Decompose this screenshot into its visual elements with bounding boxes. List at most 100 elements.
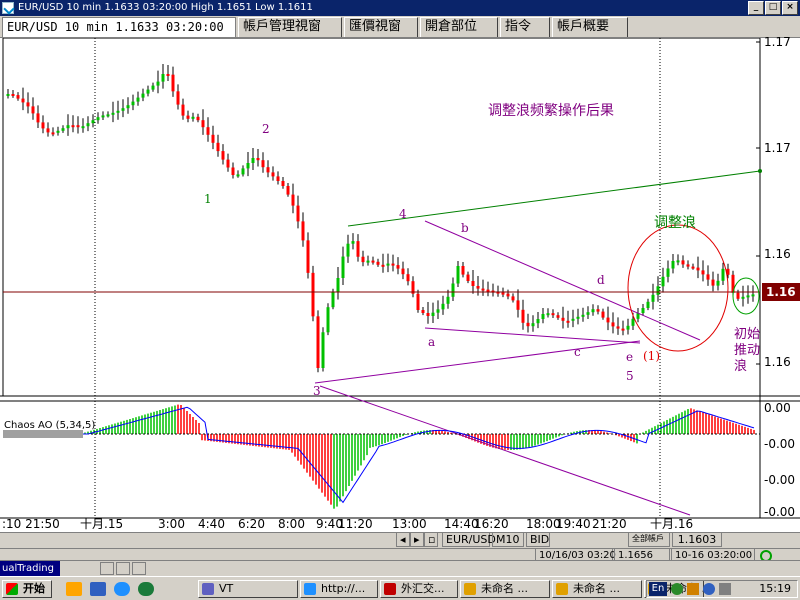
time-tick: 3:00 bbox=[158, 517, 185, 531]
candle-body bbox=[711, 279, 715, 286]
taskbar-vt[interactable]: VT bbox=[198, 580, 298, 598]
note-impulse-1: 初始 bbox=[734, 327, 761, 342]
taskbar-forex[interactable]: 外汇交... bbox=[380, 580, 458, 598]
time-tick: 16:20 bbox=[474, 517, 509, 531]
candle-body bbox=[506, 293, 510, 297]
candle-body bbox=[336, 278, 340, 292]
tab-chart[interactable]: EUR/USD 10 min 1.1633 03:20:00 bbox=[2, 17, 236, 37]
candle-body bbox=[151, 85, 155, 90]
channel-upper-line bbox=[347, 170, 761, 227]
wave-label-d: d bbox=[597, 273, 605, 287]
candle-body bbox=[26, 102, 30, 107]
quicklaunch-icon[interactable] bbox=[138, 582, 154, 596]
candle-body bbox=[626, 325, 630, 330]
volume-icon[interactable] bbox=[719, 583, 731, 595]
tray-icon[interactable] bbox=[671, 583, 683, 595]
price-box[interactable]: 1.1603 bbox=[672, 533, 722, 547]
candle-body bbox=[551, 313, 555, 316]
candle-body bbox=[216, 142, 220, 152]
chart-area[interactable]: 1.17 1.17 1.16 1.16 1.16 0.00 -0.00 -0.0… bbox=[0, 35, 800, 560]
start-button[interactable]: 开始 bbox=[2, 580, 52, 598]
tray-icon[interactable] bbox=[703, 583, 715, 595]
taskbar-untitled[interactable]: 未命名 ... bbox=[460, 580, 550, 598]
price-tick: 1.17 bbox=[764, 141, 791, 155]
candle-body bbox=[341, 256, 345, 278]
strip-button[interactable] bbox=[132, 562, 146, 575]
tab-account-summary[interactable]: 帳戶概要 bbox=[552, 17, 628, 37]
candle-body bbox=[181, 104, 185, 116]
strip-button[interactable] bbox=[100, 562, 114, 575]
candle-body bbox=[126, 105, 130, 109]
paint-icon bbox=[464, 583, 476, 595]
candle-body bbox=[306, 240, 310, 273]
close-button[interactable]: × bbox=[782, 1, 798, 15]
time-tick: 4:40 bbox=[198, 517, 225, 531]
candle-body bbox=[261, 160, 265, 168]
scroll-left-button[interactable]: ◂ bbox=[396, 533, 410, 547]
candle-body bbox=[281, 181, 285, 186]
app-icon bbox=[2, 2, 14, 14]
candle-body bbox=[571, 318, 575, 321]
browser-icon[interactable] bbox=[114, 582, 130, 596]
candle-body bbox=[581, 314, 585, 317]
wave-label-4: 4 bbox=[399, 207, 407, 221]
tab-quotes[interactable]: 匯價視窗 bbox=[344, 17, 418, 37]
chart-toolbar: ◂ ▸ ▫ EUR/USD M10 BID 全部帳戶 1.1603 bbox=[0, 532, 800, 548]
quicklaunch-icon[interactable] bbox=[90, 582, 106, 596]
candle-body bbox=[6, 94, 10, 96]
time-tick: 十月.16 bbox=[650, 517, 694, 531]
candle-body bbox=[21, 98, 25, 103]
candle-body bbox=[176, 91, 180, 105]
strip-button[interactable] bbox=[116, 562, 130, 575]
wave-label-c: c bbox=[574, 345, 581, 359]
candle-body bbox=[591, 309, 595, 313]
time-tick: 十月.15 bbox=[80, 517, 124, 531]
app-icon bbox=[202, 583, 214, 595]
maximize-button[interactable]: □ bbox=[765, 1, 781, 15]
candle-body bbox=[391, 263, 395, 266]
symbol-field[interactable]: EUR/USD bbox=[442, 533, 496, 547]
candle-body bbox=[381, 264, 385, 267]
candle-body bbox=[451, 283, 455, 297]
ao-tick: -0.00 bbox=[764, 473, 796, 487]
tab-orders[interactable]: 指令 bbox=[500, 17, 550, 37]
candle-body bbox=[196, 116, 200, 121]
candle-body bbox=[701, 270, 705, 275]
period-field[interactable]: M10 bbox=[492, 533, 524, 547]
price-chart[interactable] bbox=[0, 38, 800, 560]
candle-body bbox=[516, 300, 520, 310]
tab-open-positions[interactable]: 開倉部位 bbox=[420, 17, 498, 37]
window-title-bar: EUR/USD 10 min 1.1633 03:20:00 High 1.16… bbox=[0, 0, 800, 16]
time-tick: 19:40 bbox=[556, 517, 591, 531]
scroll-right-button[interactable]: ▸ bbox=[410, 533, 424, 547]
time-tick: 13:00 bbox=[392, 517, 427, 531]
wave-label-2: 2 bbox=[262, 122, 270, 136]
tray-icon[interactable] bbox=[687, 583, 699, 595]
price-tick: 1.16 bbox=[764, 355, 791, 369]
ao-tick: -0.00 bbox=[764, 505, 796, 519]
quicklaunch-icon[interactable] bbox=[66, 582, 82, 596]
minimize-button[interactable]: _ bbox=[748, 1, 764, 15]
candle-body bbox=[326, 307, 330, 333]
language-indicator[interactable]: En bbox=[649, 582, 667, 596]
zoom-button[interactable]: ▫ bbox=[424, 533, 438, 547]
candle-body bbox=[171, 74, 175, 92]
candle-body bbox=[386, 263, 390, 266]
candle-body bbox=[271, 172, 275, 177]
current-price-label: 1.16 bbox=[766, 285, 796, 299]
candle-body bbox=[296, 205, 300, 222]
channel-end-dot bbox=[758, 169, 762, 173]
candle-body bbox=[456, 266, 460, 284]
time-tick: 11:20 bbox=[338, 517, 373, 531]
candle-body bbox=[121, 108, 125, 111]
candle-body bbox=[106, 114, 110, 117]
candle-body bbox=[66, 125, 70, 129]
tab-account-management[interactable]: 帳戶管理視窗 bbox=[238, 17, 342, 37]
tab-bar: EUR/USD 10 min 1.1633 03:20:00 帳戶管理視窗 匯價… bbox=[0, 16, 800, 38]
candle-body bbox=[616, 326, 620, 329]
taskbar-untitled[interactable]: 未命名 ... bbox=[552, 580, 642, 598]
price-tick: 1.17 bbox=[764, 35, 791, 49]
taskbar-http[interactable]: http://... bbox=[300, 580, 378, 598]
side-field[interactable]: BID bbox=[526, 533, 550, 547]
order-button[interactable]: 全部帳戶 bbox=[628, 533, 670, 547]
